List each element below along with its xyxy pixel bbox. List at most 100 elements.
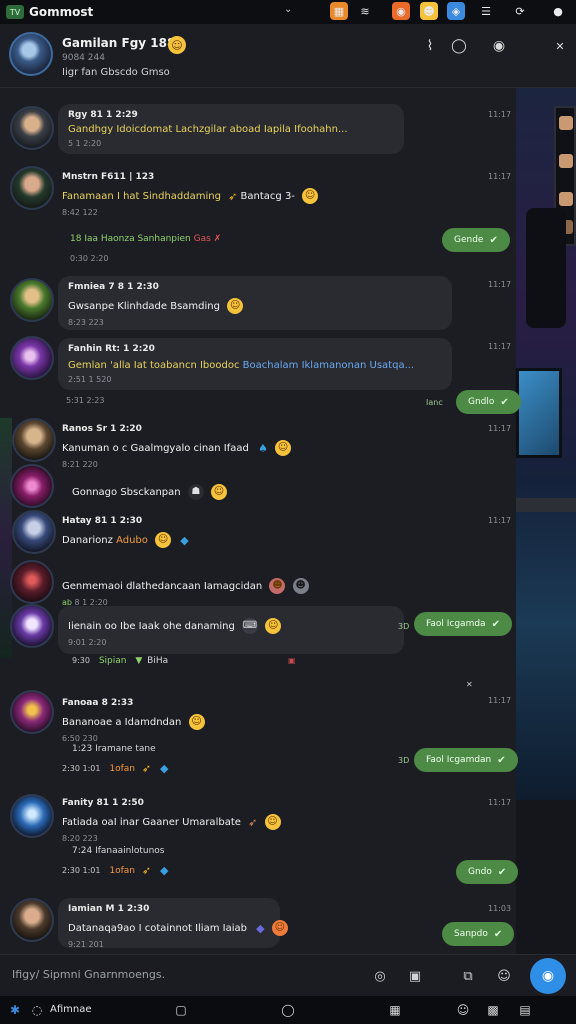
message-sender: Rgy 81 1 2:29 [68,110,138,120]
shield-icon[interactable]: ◉ [392,2,410,20]
start-icon[interactable]: ✱ [6,1001,24,1019]
pin-icon[interactable]: ⌇ [420,36,440,56]
smile-emoji-icon: ☺ [227,298,244,314]
diamond-icon: ◆ [159,864,169,877]
monitor-image [516,368,562,458]
gaming-chair [526,208,566,328]
message-bubble[interactable]: Iienain oo Ibe Iaak ohe danaming ⌨ ☺ 9:0… [58,606,404,654]
close-icon[interactable]: ✕ [550,36,570,56]
outgoing-message[interactable]: Gndlo ✔ [456,390,521,414]
message-meta: 6:50 230 [62,734,98,743]
outgoing-message[interactable]: Gende ✔ [442,228,510,252]
message-composer: Ifigy/ Sipmni Gnarnmoengs. ◎ ▣ ⧉ ☺ ◉ [0,954,576,996]
signal-icon[interactable]: ≋ [356,2,374,20]
message-text-highlight: Boachalam Iklamanonan Usatqa... [242,360,415,371]
search-icon[interactable]: ◯ [449,36,469,56]
message-meta: 8:23 223 [68,318,104,327]
rocket-icon: ➶ [228,189,238,203]
message-bubble[interactable]: Fmniea 7 8 1 2:30 Gwsanpe Klinhdade Bsam… [58,276,452,330]
outgoing-message[interactable]: Faol Icgamdan ✔ [414,748,518,772]
outgoing-message[interactable]: Gndo ✔ [456,860,519,884]
close-icon[interactable]: ✕ [466,680,473,689]
chat-subtitle: Iigr fan Gbscdo Gmso [62,67,170,78]
message-meta: 5:31 2:23 [66,396,105,405]
message-sender: Ranos Sr 1 2:20 [62,424,142,434]
message-input[interactable]: Ifigy/ Sipmni Gnarnmoengs. [12,968,165,981]
message-bubble[interactable]: Rgy 81 1 2:29 Gandhgy Idoicdomat Lachzgi… [58,104,404,154]
message-meta: 9:01 2:20 [68,638,107,647]
apps-icon[interactable]: ▩ [484,1001,502,1019]
chart-icon[interactable]: ▤ [516,1001,534,1019]
chevron-down-icon[interactable]: ⌄ [284,4,292,15]
outgoing-label: 3D [398,622,410,631]
refresh-icon[interactable]: ⟳ [511,2,529,20]
attach-icon[interactable]: ⧉ [458,966,478,986]
message-meta: 8:42 122 [62,208,98,217]
smile-icon[interactable]: ☺ [454,1001,472,1019]
message-text: Gemlan 'alla Iat toabancn Iboodoc [68,360,240,371]
message-text: Gandhgy Idoicdomat Lachzgilar aboad Iapi… [68,124,348,135]
outgoing-message[interactable]: Faol Icgamda ✔ [414,612,512,636]
diamond-icon: ◆ [180,533,189,547]
user-avatar[interactable] [10,690,54,734]
message-list[interactable]: Rgy 81 1 2:29 Gandhgy Idoicdomat Lachzgi… [0,88,521,954]
game-icon: ☗ [187,484,204,500]
taskbar-app-label[interactable]: Afimnae [50,1004,92,1015]
smile-icon[interactable]: ☺ [494,966,514,986]
emoji-picker-icon[interactable]: ◎ [370,966,390,986]
emoji-icon[interactable]: ☻ [420,2,438,20]
outgoing-label: Ianc [426,398,443,407]
user-icon[interactable]: ● [549,2,567,20]
record-icon[interactable]: ◉ [489,36,509,56]
outgoing-label: 3D [398,756,410,765]
user-avatar[interactable] [10,278,54,322]
top-status-bar: TV Gommost ⌄ ▦ ≋ ◉ ☻ ◈ ☰ ⟳ ● [0,0,576,24]
user-avatar[interactable] [10,794,54,838]
menu-icon[interactable]: ☰ [477,2,495,20]
message-subline: 18 Iaa Haonza Sanhanpien Gas ✗ [70,234,222,244]
user-avatar[interactable] [10,106,54,150]
message-sender: Iamian M 1 2:30 [68,904,150,914]
user-avatar[interactable] [10,336,54,380]
smile-emoji-icon: ☺ [265,618,282,634]
group-avatar[interactable] [9,32,53,76]
user-avatar[interactable] [12,418,56,462]
app-name: Gommost [29,5,94,19]
user-avatar[interactable] [10,898,54,942]
message-time: 11:03 [488,904,512,913]
message-text: Danarionz [62,535,113,546]
user-avatar[interactable] [10,604,54,648]
home-circle-icon[interactable]: ◯ [279,1001,297,1019]
message-sender: Fanhin Rt: 1 2:20 [68,344,155,354]
app-icon[interactable]: ◌ [28,1001,46,1019]
message-bubble[interactable]: Fanhin Rt: 1 2:20 Gemlan 'alla Iat toaba… [58,338,452,390]
message-text: Gonnago Sbsckanpan [72,487,181,498]
message-bubble[interactable]: Iamian M 1 2:30 Datanaqa9ao I cotainnot … [58,898,288,949]
sticker-icon[interactable]: ▣ [405,966,425,986]
message-sender: Fanity 81 1 2:50 [62,798,144,808]
square-icon[interactable]: ▢ [172,1001,190,1019]
read-check-icon: ✔ [491,618,500,630]
chat-member-count: 9084 244 [62,53,105,63]
message-time: 11:17 [488,798,512,807]
user-avatar[interactable] [10,464,54,508]
message-meta: 8:20 223 [62,834,98,843]
message-sender: Fanoaa 8 2:33 [62,698,134,708]
send-button[interactable]: ◉ [530,958,566,994]
globe-icon[interactable]: ◈ [447,2,465,20]
read-check-icon: ✔ [497,754,506,766]
chat-title[interactable]: Gamilan Fgy 188 [62,36,175,50]
calendar-icon[interactable]: ▦ [330,2,348,20]
flag-icon: ▣ [288,656,296,665]
message-text: Fanamaan I hat Sindhaddaming [62,191,221,202]
chat-header: Gamilan Fgy 188 ☺ 9084 244 Iigr fan Gbsc… [0,24,576,88]
diamond-icon: ◆ [256,921,265,935]
message-meta: 9:21 201 [68,940,104,949]
grid-icon[interactable]: ▦ [386,1001,404,1019]
message-meta: 0:30 2:20 [70,254,109,263]
outgoing-message[interactable]: Sanpdo ✔ [442,922,515,946]
user-avatar[interactable] [10,166,54,210]
user-avatar[interactable] [12,510,56,554]
user-avatar[interactable] [10,560,54,604]
message-text: Genmemaoi dlathedancaan Iamagcidan [62,581,263,592]
